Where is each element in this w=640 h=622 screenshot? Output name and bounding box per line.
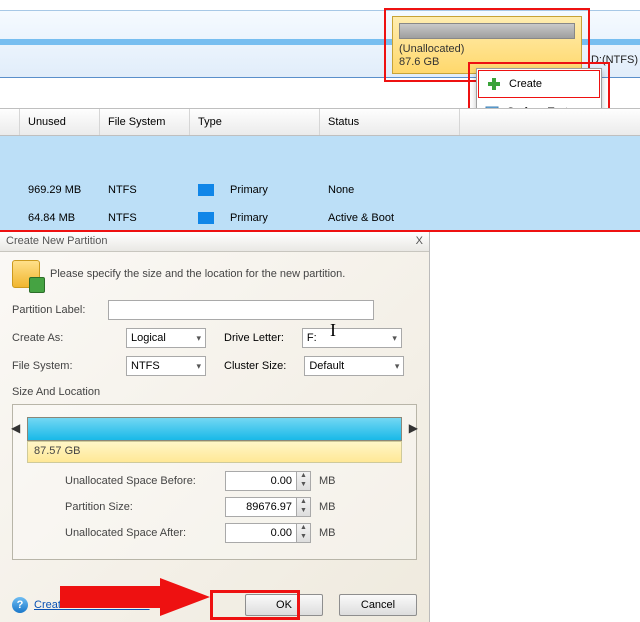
column-headers: Unused File System Type Status [0,108,640,136]
text-cursor-icon: I [330,320,336,341]
ctx-create[interactable]: Create [478,70,600,98]
disk-size: 87.6 GB [399,56,439,68]
cell-fs: NTFS [100,212,190,224]
label-partition-label: Partition Label: [12,304,108,316]
partition-size-stepper[interactable]: ▲▼ [297,497,311,517]
space-after-stepper[interactable]: ▲▼ [297,523,311,543]
create-partition-dialog: Create New Partition X Please specify th… [0,232,430,622]
partition-bar[interactable] [27,417,402,441]
plus-icon [487,77,501,91]
cell-status: Active & Boot [320,212,460,224]
label-file-system: File System: [12,360,108,372]
resize-left-icon[interactable]: ◀ [11,421,20,435]
space-after-input[interactable] [225,523,297,543]
dialog-description: Please specify the size and the location… [50,268,345,280]
right-drive-label: D:(NTFS) [591,54,638,66]
disk-bar [399,23,575,39]
partition-rows: 969.29 MB NTFS Primary None 64.84 MB NTF… [0,136,640,232]
label-partition-size: Partition Size: [65,501,225,513]
label-drive-letter: Drive Letter: [224,332,284,344]
partition-bar-label: 87.57 GB [27,441,402,463]
label-space-after: Unallocated Space After: [65,527,225,539]
col-fs[interactable]: File System [100,109,190,135]
cancel-button[interactable]: Cancel [339,594,417,616]
help-icon[interactable]: ? [12,597,28,613]
table-row[interactable]: 64.84 MB NTFS Primary Active & Boot [0,204,640,232]
partition-label-input[interactable] [108,300,374,320]
cell-status: None [320,184,460,196]
col-status[interactable]: Status [320,109,460,135]
size-location-box: ◀ ▶ 87.57 GB Unallocated Space Before: ▲… [12,404,417,560]
size-section-label: Size And Location [12,386,417,398]
ctx-create-label: Create [509,78,542,90]
arrow-annotation-icon [60,578,210,616]
disk-unallocated[interactable]: (Unallocated) 87.6 GB [392,16,582,74]
dialog-titlebar: Create New Partition X [0,232,429,252]
ok-button[interactable]: OK [245,594,323,616]
unit-mb: MB [319,501,336,513]
partition-size-input[interactable] [225,497,297,517]
label-cluster-size: Cluster Size: [224,360,286,372]
drive-letter-select[interactable]: F: [302,328,402,348]
dialog-title: Create New Partition [6,235,108,248]
label-create-as: Create As: [12,332,108,344]
close-icon[interactable]: X [416,235,423,248]
label-space-before: Unallocated Space Before: [65,475,225,487]
cell-unused: 64.84 MB [20,212,100,224]
cluster-size-select[interactable]: Default [304,356,404,376]
col-type[interactable]: Type [190,109,320,135]
cell-type: Primary [190,184,320,196]
table-row[interactable]: 969.29 MB NTFS Primary None [0,176,640,204]
create-as-select[interactable]: Logical [126,328,206,348]
file-system-select[interactable]: NTFS [126,356,206,376]
resize-right-icon[interactable]: ▶ [409,421,418,435]
cell-unused: 969.29 MB [20,184,100,196]
space-before-input[interactable] [225,471,297,491]
disk-label: (Unallocated) [399,43,464,55]
unit-mb: MB [319,475,336,487]
cell-type: Primary [190,212,320,224]
col-unused[interactable]: Unused [20,109,100,135]
partition-icon [12,260,40,288]
unit-mb: MB [319,527,336,539]
space-before-stepper[interactable]: ▲▼ [297,471,311,491]
cell-fs: NTFS [100,184,190,196]
